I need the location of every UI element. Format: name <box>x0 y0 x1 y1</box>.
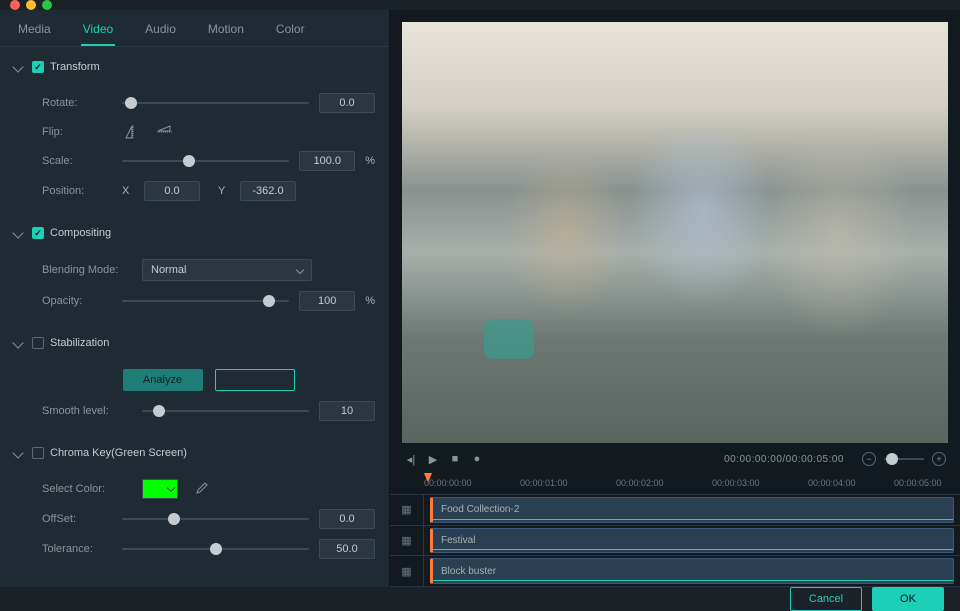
section-stabilization: Stabilization Analyze Smooth level: <box>14 331 375 435</box>
minimize-window-icon[interactable] <box>26 0 36 10</box>
stabilization-title: Stabilization <box>50 337 109 349</box>
flip-horizontal-icon[interactable] <box>122 123 144 141</box>
clip[interactable]: Festival <box>430 528 954 554</box>
chroma-title: Chroma Key(Green Screen) <box>50 447 187 459</box>
opacity-unit: % <box>365 295 375 307</box>
stabilization-header[interactable]: Stabilization <box>14 331 375 355</box>
ruler-tick: 00:00:04:00 <box>808 478 856 488</box>
smooth-slider[interactable] <box>142 410 309 412</box>
section-transform: Transform Rotate: Flip: <box>14 55 375 215</box>
tab-motion[interactable]: Motion <box>206 16 246 46</box>
video-preview[interactable] <box>402 22 948 443</box>
transform-title: Transform <box>50 61 100 73</box>
timecode-display: 00:00:00:00/00:00:05:00 <box>724 454 844 465</box>
smooth-label: Smooth level: <box>42 405 132 417</box>
chroma-checkbox[interactable] <box>32 447 44 459</box>
tolerance-label: Tolerance: <box>42 543 112 555</box>
transport-bar: ◂| ▶ ■ ● 00:00:00:00/00:00:05:00 − + <box>390 447 960 471</box>
position-y-label: Y <box>218 185 230 197</box>
opacity-input[interactable] <box>299 291 355 311</box>
dialog-footer: Cancel OK <box>0 587 960 611</box>
stop-icon[interactable]: ■ <box>448 452 462 466</box>
rotate-label: Rotate: <box>42 97 112 109</box>
position-x-input[interactable] <box>144 181 200 201</box>
tab-audio[interactable]: Audio <box>143 16 178 46</box>
blending-label: Blending Mode: <box>42 264 132 276</box>
analyze-button[interactable]: Analyze <box>123 369 203 391</box>
flip-vertical-icon[interactable] <box>154 123 176 141</box>
stabilization-secondary-button[interactable] <box>215 369 295 391</box>
compositing-checkbox[interactable] <box>32 227 44 239</box>
opacity-slider[interactable] <box>122 300 289 302</box>
video-track-icon[interactable]: ▦ <box>390 526 424 556</box>
zoom-slider[interactable] <box>884 458 924 460</box>
titlebar <box>0 0 960 10</box>
chevron-down-icon <box>12 61 23 72</box>
eyedropper-icon[interactable] <box>194 482 208 496</box>
prev-frame-icon[interactable]: ◂| <box>404 452 418 466</box>
ruler-tick: 00:00:02:00 <box>616 478 664 488</box>
compositing-header[interactable]: Compositing <box>14 221 375 245</box>
ruler-tick: 00:00:03:00 <box>712 478 760 488</box>
ruler-tick: 00:00:00:00 <box>424 478 472 488</box>
position-y-input[interactable] <box>240 181 296 201</box>
ruler-tick: 00:00:05:00 <box>894 478 942 488</box>
tolerance-input[interactable] <box>319 539 375 559</box>
clip[interactable]: Block buster <box>430 558 954 584</box>
transform-checkbox[interactable] <box>32 61 44 73</box>
section-compositing: Compositing Blending Mode: Normal Opacit… <box>14 221 375 325</box>
clip[interactable]: Food Collection-2 <box>430 497 954 523</box>
chevron-down-icon <box>12 337 23 348</box>
ok-button[interactable]: OK <box>872 587 944 611</box>
maximize-window-icon[interactable] <box>42 0 52 10</box>
tolerance-slider[interactable] <box>122 548 309 550</box>
close-window-icon[interactable] <box>10 0 20 10</box>
chevron-down-icon <box>12 447 23 458</box>
rotate-input[interactable] <box>319 93 375 113</box>
tab-color[interactable]: Color <box>274 16 307 46</box>
video-track-icon[interactable]: ▦ <box>390 556 424 586</box>
ruler-tick: 00:00:01:00 <box>520 478 568 488</box>
zoom-out-icon[interactable]: − <box>862 452 876 466</box>
section-chroma-key: Chroma Key(Green Screen) Select Color: O… <box>14 441 375 573</box>
scale-slider[interactable] <box>122 160 289 162</box>
blending-select[interactable]: Normal <box>142 259 312 281</box>
offset-input[interactable] <box>319 509 375 529</box>
transform-header[interactable]: Transform <box>14 55 375 79</box>
track-row: ▦ Festival <box>390 526 960 557</box>
select-color-label: Select Color: <box>42 483 132 495</box>
tab-video[interactable]: Video <box>81 16 115 46</box>
color-picker[interactable] <box>142 479 178 499</box>
cancel-button[interactable]: Cancel <box>790 587 862 611</box>
chevron-down-icon <box>296 266 304 274</box>
rotate-slider[interactable] <box>122 102 309 104</box>
opacity-label: Opacity: <box>42 295 112 307</box>
smooth-input[interactable] <box>319 401 375 421</box>
zoom-in-icon[interactable]: + <box>932 452 946 466</box>
scale-label: Scale: <box>42 155 112 167</box>
flip-label: Flip: <box>42 126 112 138</box>
timeline-ruler[interactable]: 00:00:00:00 00:00:01:00 00:00:02:00 00:0… <box>390 471 960 495</box>
chevron-down-icon <box>12 227 23 238</box>
position-label: Position: <box>42 185 112 197</box>
track-row: ▦ Food Collection-2 <box>390 495 960 526</box>
chroma-header[interactable]: Chroma Key(Green Screen) <box>14 441 375 465</box>
offset-label: OffSet: <box>42 513 112 525</box>
properties-panel: Media Video Audio Motion Color Transform… <box>0 10 390 587</box>
stabilization-checkbox[interactable] <box>32 337 44 349</box>
tab-media[interactable]: Media <box>16 16 53 46</box>
video-track-icon[interactable]: ▦ <box>390 495 424 525</box>
position-x-label: X <box>122 185 134 197</box>
play-icon[interactable]: ▶ <box>426 452 440 466</box>
preview-panel: ◂| ▶ ■ ● 00:00:00:00/00:00:05:00 − + 00:… <box>390 10 960 587</box>
timeline: 00:00:00:00 00:00:01:00 00:00:02:00 00:0… <box>390 471 960 587</box>
property-tabs: Media Video Audio Motion Color <box>0 10 389 47</box>
scale-input[interactable] <box>299 151 355 171</box>
offset-slider[interactable] <box>122 518 309 520</box>
record-icon[interactable]: ● <box>470 452 484 466</box>
compositing-title: Compositing <box>50 227 111 239</box>
scale-unit: % <box>365 155 375 167</box>
